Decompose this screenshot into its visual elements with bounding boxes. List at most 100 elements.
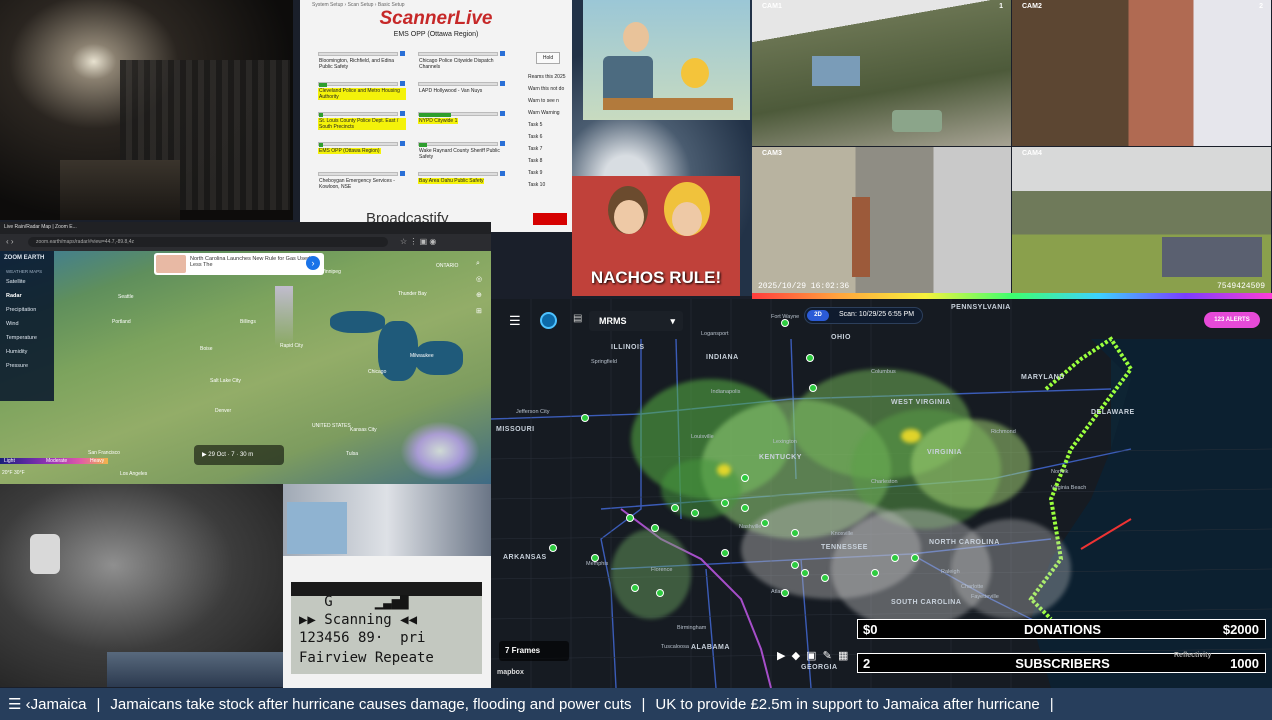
city-label: Charlotte bbox=[961, 584, 984, 590]
city-label: Indianapolis bbox=[711, 389, 741, 395]
shed bbox=[812, 56, 860, 86]
hamburger-menu-icon[interactable]: ☰ bbox=[509, 313, 521, 329]
menu-item-precipitation[interactable]: Precipitation bbox=[6, 307, 36, 313]
menu-item-pressure[interactable]: Pressure bbox=[6, 363, 28, 369]
alert-marker-icon[interactable] bbox=[801, 569, 809, 577]
scan-option-radio[interactable]: Warn to see n bbox=[528, 98, 559, 104]
alert-marker-icon[interactable] bbox=[549, 544, 557, 552]
scan-option-radio[interactable]: Task 7 bbox=[528, 146, 542, 152]
scan-option-radio[interactable]: Task 10 bbox=[528, 182, 545, 188]
alert-marker-icon[interactable] bbox=[761, 519, 769, 527]
camera-feed-2: CAM2 2 bbox=[1012, 0, 1271, 146]
cartoon-face-left bbox=[614, 200, 644, 234]
menu-item-temperature[interactable]: Temperature bbox=[6, 335, 37, 341]
chevron-down-icon: ▾ bbox=[670, 316, 675, 326]
alert-marker-icon[interactable] bbox=[791, 561, 799, 569]
alert-marker-icon[interactable] bbox=[691, 509, 699, 517]
camera-grid: CAM1 1 CAM2 2 CAM3 2025/10/29 16:02:36 C… bbox=[752, 0, 1272, 293]
alert-marker-icon[interactable] bbox=[781, 319, 789, 327]
back-icon[interactable]: ‹ › bbox=[6, 237, 14, 246]
browser-tab[interactable]: Live Rain/Radar Map | Zoom E... bbox=[0, 222, 491, 234]
channel-slider[interactable]: Wake Raynard County Sheriff Public Safet… bbox=[418, 141, 506, 160]
menu-item-wind[interactable]: Wind bbox=[6, 321, 19, 327]
city-label: Seattle bbox=[118, 294, 134, 300]
alert-marker-icon[interactable] bbox=[721, 499, 729, 507]
channel-slider[interactable]: LAPD Hollywood - Van Nuys bbox=[418, 81, 506, 96]
alert-marker-icon[interactable] bbox=[591, 554, 599, 562]
city-label: Memphis bbox=[586, 561, 609, 567]
channel-slider[interactable]: Cheboygan Emergency Services - Kowloon, … bbox=[318, 171, 406, 190]
scan-option-radio[interactable]: Task 6 bbox=[528, 134, 542, 140]
ticker-item: ☰ ‹Jamaica bbox=[8, 696, 87, 713]
alert-marker-icon[interactable] bbox=[891, 554, 899, 562]
alert-marker-icon[interactable] bbox=[911, 554, 919, 562]
slider-track bbox=[318, 52, 398, 56]
alert-marker-icon[interactable] bbox=[821, 574, 829, 582]
frames-selector[interactable]: 7 Frames bbox=[499, 641, 569, 661]
scan-label: Scan: bbox=[839, 311, 857, 318]
product-label: MRMS bbox=[599, 316, 627, 326]
city-label: Springfield bbox=[591, 359, 617, 365]
channel-slider[interactable]: EMS OPP (Ottawa Region) bbox=[318, 141, 406, 156]
slider-fill bbox=[319, 143, 323, 147]
scan-option-radio[interactable]: Task 8 bbox=[528, 158, 542, 164]
mode-2d-toggle[interactable]: 2D bbox=[807, 310, 829, 321]
slider-fill bbox=[319, 83, 327, 87]
channel-indicator-icon bbox=[500, 171, 505, 176]
scan-option-radio[interactable]: Warn this not do bbox=[528, 86, 564, 92]
alert-marker-icon[interactable] bbox=[741, 504, 749, 512]
channel-slider[interactable]: Bay Area Oahu Public Safety bbox=[418, 171, 506, 186]
scan-option-radio[interactable]: Task 5 bbox=[528, 122, 542, 128]
channel-slider[interactable]: Cleveland Police and Metro Housing Autho… bbox=[318, 81, 406, 100]
alerts-badge[interactable]: 123 ALERTS bbox=[1204, 312, 1260, 328]
power-icon[interactable] bbox=[540, 312, 557, 329]
alert-marker-icon[interactable] bbox=[656, 589, 664, 597]
alert-marker-icon[interactable] bbox=[781, 589, 789, 597]
channel-slider[interactable]: NYPD Citywide 1 bbox=[418, 111, 506, 126]
city-label: Milwaukee bbox=[410, 353, 434, 359]
scan-option-radio[interactable]: Warn Warning bbox=[528, 110, 560, 116]
menu-item-humidity[interactable]: Humidity bbox=[6, 349, 27, 355]
city-label: Fayetteville bbox=[971, 594, 999, 600]
timeline-control[interactable]: ▶ 29 Oct · 7 · 30 m bbox=[194, 445, 284, 465]
alert-marker-icon[interactable] bbox=[806, 354, 814, 362]
alert-marker-icon[interactable] bbox=[651, 524, 659, 532]
cartoon-face-right bbox=[672, 202, 702, 236]
donations-bar: $0 DONATIONS $2000 bbox=[857, 619, 1266, 639]
alert-marker-icon[interactable] bbox=[809, 384, 817, 392]
alert-marker-icon[interactable] bbox=[791, 529, 799, 537]
advertisement[interactable]: North Carolina Launches New Rule for Gas… bbox=[154, 253, 324, 275]
mrms-radar-map[interactable]: ILLINOIS INDIANA OHIO PENNSYLVANIA MISSOURI K… bbox=[491, 299, 1272, 688]
alert-marker-icon[interactable] bbox=[631, 584, 639, 592]
browser-toolbar-icons[interactable]: ☆ ⋮ ▣ ◉ bbox=[400, 237, 436, 246]
menu-item-radar[interactable]: Radar bbox=[6, 293, 22, 299]
scan-option-radio[interactable]: Reams this 2025 bbox=[528, 74, 566, 80]
alert-marker-icon[interactable] bbox=[671, 504, 679, 512]
alert-marker-icon[interactable] bbox=[581, 414, 589, 422]
map-tools[interactable]: ▶ ◆ ▣ ✎ ▦ bbox=[777, 649, 848, 662]
ad-go-icon[interactable]: › bbox=[306, 256, 320, 270]
city-label: Boise bbox=[200, 346, 213, 352]
menu-item-satellite[interactable]: Satellite bbox=[6, 279, 26, 285]
ticker-item: UK to provide £2.5m in support to Jamaic… bbox=[655, 696, 1040, 713]
alert-marker-icon[interactable] bbox=[721, 549, 729, 557]
map-side-controls[interactable]: ⌕ ◎ ⊕ ⊞ bbox=[476, 256, 482, 320]
scanner-live-panel: System Setup › Scan Setup › Basic Setup … bbox=[300, 0, 572, 232]
url-field[interactable]: zoom.earth/maps/radar/#view=44.7,-89.8,4… bbox=[28, 237, 388, 247]
cartoon-panel-bottom: NACHOS RULE! bbox=[572, 176, 740, 296]
slider-track bbox=[418, 52, 498, 56]
channel-slider[interactable]: St. Louis County Police Dept. East / Sou… bbox=[318, 111, 406, 130]
hold-button[interactable]: Hold bbox=[536, 52, 560, 64]
state-label: GEORGIA bbox=[801, 664, 838, 671]
scan-time: 10/29/25 6:55 PM bbox=[858, 311, 915, 318]
channel-slider[interactable]: Chicago Police Citywide Dispatch Channel… bbox=[418, 51, 506, 70]
layers-icon[interactable]: ▤ bbox=[573, 313, 582, 324]
alert-marker-icon[interactable] bbox=[871, 569, 879, 577]
alert-marker-icon[interactable] bbox=[626, 514, 634, 522]
channel-slider[interactable]: Bloomington, Richfield, and Edina Public… bbox=[318, 51, 406, 70]
camera-number: 2 bbox=[1259, 3, 1263, 10]
alert-marker-icon[interactable] bbox=[741, 474, 749, 482]
product-selector[interactable]: MRMS ▾ bbox=[589, 311, 683, 331]
scan-option-radio[interactable]: Task 9 bbox=[528, 170, 542, 176]
stop-button[interactable] bbox=[533, 213, 567, 225]
